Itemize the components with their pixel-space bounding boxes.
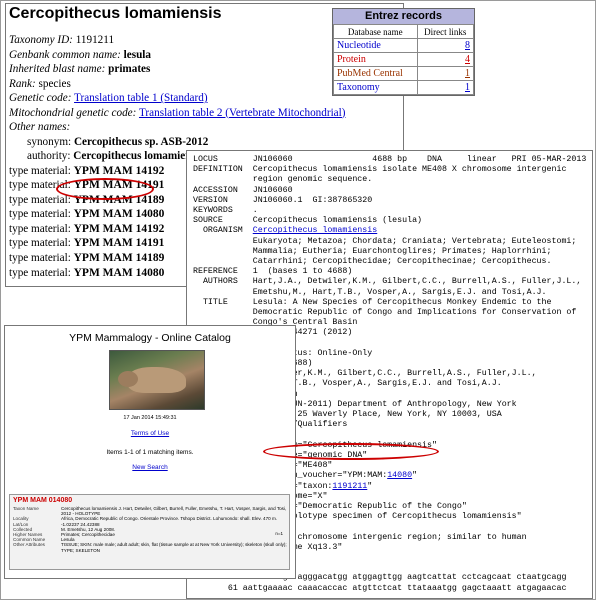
entrez-db-link[interactable]: Nucleotide [333,38,418,53]
type-material-key: type material: [9,222,71,235]
type-material-key: type material: [9,252,71,265]
entrez-db-link[interactable]: Protein [333,52,418,67]
record-field-row: Taxon Name Cercopithecus lomamiensis J. H… [13,506,289,516]
entrez-count-link[interactable]: 1 [416,80,475,95]
taxonomy-line-key: Taxonomy ID: [9,34,73,46]
type-material-key: type material: [9,193,71,206]
taxonomy-line: Mitochondrial genetic code: Translation … [9,106,345,121]
record-fields: Taxon Name Cercopithecus lomamiensis J. H… [13,506,289,553]
type-material-key: type material: [9,237,71,250]
type-material-value: YPM MAM 14080 [73,208,165,221]
record-field-row: Other Attributes TISSUE; SKIN: male male;… [13,542,289,552]
type-material-value: YPM MAM 14191 [73,237,165,250]
taxon-link[interactable]: 1191211 [332,482,367,491]
photo-animal-head [118,371,138,387]
entrez-row: Nucleotide 8 [333,38,475,53]
genbank-line: Emetshu,M., Hart,T.B., Vosper,A., Sargis… [193,287,547,297]
genbank-line: ORGANISM [193,226,253,236]
record-icon-text: n=1 [275,531,283,536]
entrez-table: Database name Direct links Nucleotide 8 Pr… [333,24,475,95]
record-title[interactable]: YPM MAM 014080 [10,495,289,506]
items-count-text: Items 1-1 of 1 matching items. [106,449,194,456]
genbank-line: ACCESSION JN106060 [193,185,293,195]
record-field-key: Taxon Name [13,506,39,511]
taxonomy-line-key: Genbank common name: [9,48,121,61]
entrez-count-link[interactable]: 1 [416,66,475,81]
taxonomy-line-value: primates [108,63,151,75]
genbank-line: DEFINITION Cercopithecus lomamiensis iso… [193,165,567,175]
taxonomy-line: Genetic code: Translation table 1 (Stand… [9,91,345,106]
type-material-key: type material: [9,208,71,221]
taxonomy-line-value: 1191211 [75,34,115,46]
entrez-count-link[interactable]: 8 [416,38,475,53]
terms-of-use-link[interactable]: Terms of Use [5,430,295,437]
genbank-line: region genomic sequence. [193,175,373,185]
record-field-key: Other Attributes [13,542,45,548]
entrez-db-link[interactable]: PubMed Central [333,66,418,81]
entrez-col-database: Database name [333,24,418,39]
taxonomy-line-key: Genetic code: [9,92,72,104]
taxonomy-line: Rank: species [9,77,345,92]
synonym-value: Cercopithecus sp. ASB-2012 [73,135,209,148]
entrez-count-link[interactable]: 4 [416,52,475,67]
record-field-value: TISSUE; SKIN: male male; adult adult; sk… [61,542,287,553]
genbank-line: TITLE Lesula: A New Species of Cercopith… [193,297,552,307]
entrez-row: PubMed Central 1 [333,66,475,81]
taxonomy-line-key: Rank: [9,77,36,90]
taxonomy-line-key: Inherited blast name: [9,63,106,75]
taxonomy-line-value: lesula [123,48,151,61]
taxonomy-line-key: Mitochondrial genetic code: [9,106,137,119]
taxonomy-line-key: Other names: [9,121,71,133]
taxonomy-line: Other names: [9,120,345,135]
taxonomy-line: Taxonomy ID: 1191211 [9,33,345,48]
taxonomy-line: Inherited blast name: primates [9,62,345,77]
genbank-line: SOURCE Cercopithecus lomamiensis (lesula… [193,216,423,226]
genbank-line: Democratic Republic of Congo and Implica… [193,308,577,318]
type-material-value: YPM MAM 14192 [73,222,165,235]
type-material-value: YPM MAM 14192 [73,164,165,177]
highlight-ellipse-voucher [263,443,439,460]
entrez-records-box: Entrez records Database name Direct link… [332,8,475,96]
taxonomy-line-link[interactable]: Translation table 1 (Standard) [74,92,208,104]
entrez-db-link[interactable]: Taxonomy [333,80,418,95]
record-field-value: Cercopithecus lomamiensis J. Hart, Detwi… [61,506,287,517]
ypm-catalog-panel: YPM Mammalogy - Online Catalog 17 Jan 20… [4,325,296,579]
entrez-col-links: Direct links [416,24,475,39]
type-material-value: YPM MAM 14189 [73,252,165,265]
synonym-key: synonym: [27,135,72,148]
ypm-header: YPM Mammalogy - Online Catalog [69,332,231,344]
entrez-row: Taxonomy 1 [333,80,475,95]
voucher-link[interactable]: 14080 [387,471,412,480]
genbank-line: REFERENCE 1 (bases 1 to 4688) [193,267,353,277]
genbank-line: KEYWORDS . [193,206,258,216]
type-material-value: YPM MAM 14080 [73,266,165,279]
type-material-key: type material: [9,266,71,279]
synonym-line: synonym: Cercopithecus sp. ASB-2012 [9,135,345,150]
genbank-line: Mammalia; Eutheria; Euarchontoglires; Pr… [193,246,552,256]
taxonomy-line-value: species [38,77,71,90]
record-field-value: Africa, Democratic Republic of Congo. Or… [61,516,278,522]
new-search-link[interactable]: New Search [5,464,295,471]
type-material-key: type material: [9,164,71,177]
genbank-line: Eukaryota; Metazoa; Chordata; Craniata; … [193,236,577,246]
genbank-line: AUTHORS Hart,J.A., Detwiler,K.M., Gilber… [193,277,582,287]
genbank-line: LOCUS JN106060 4688 bp DNA linear PRI 05… [193,155,587,164]
authority-key: authority: [27,150,71,162]
genbank-line: 61 aattgaaaac caaacaccac atgttctcat ttat… [193,583,567,593]
taxonomy-line-link[interactable]: Translation table 2 (Vertebrate Mitochon… [139,107,346,119]
highlight-ellipse-type-material [56,178,154,200]
specimen-record: YPM MAM 014080 Taxon Name Cercopithecus l… [9,494,290,570]
specimen-photo[interactable] [109,350,205,410]
entrez-title: Entrez records [333,9,474,24]
taxonomy-title: Cercopithecus lomamiensis [9,5,222,22]
genbank-line: Catarrhini; Cercopithecidae; Cercopithec… [193,257,552,267]
entrez-row: Protein 4 [333,52,475,67]
ypm-date: 17 Jan 2014 15:49:31 [123,415,177,421]
genbank-line: VERSION JN106060.1 GI:387865320 [193,195,373,205]
taxonomy-line: Genbank common name: lesula [9,48,345,63]
organism-link[interactable]: Cercopithecus lomamiensis [253,226,377,235]
